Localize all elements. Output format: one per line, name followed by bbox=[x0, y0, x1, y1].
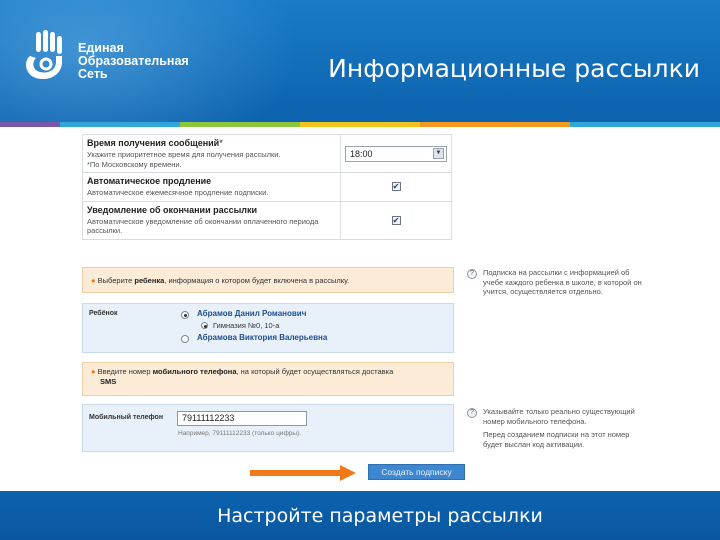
children-box: Ребёнок Абрамов Данил Романович Гимназия… bbox=[82, 303, 454, 353]
children-label: Ребёнок bbox=[89, 310, 118, 317]
header: Единая Образовательная Сеть Информационн… bbox=[0, 0, 720, 122]
renewal-checkbox[interactable]: ✔ bbox=[391, 182, 401, 192]
time-title: Время получения сообщений* bbox=[87, 138, 223, 148]
settings-cell: ✔ bbox=[340, 172, 452, 202]
settings-cell: ✔ bbox=[340, 200, 452, 240]
hand-logo-icon bbox=[26, 30, 62, 80]
settings-cell: Время получения сообщений* Укажите приор… bbox=[82, 134, 341, 173]
strip-blue bbox=[570, 122, 720, 127]
strip-green bbox=[180, 122, 300, 127]
settings-cell: Автоматическое продление Автоматическое … bbox=[82, 172, 341, 202]
settings-row-end-notice: Уведомление об окончании рассылки Автома… bbox=[82, 200, 452, 240]
create-subscription-button[interactable]: Создать подписку bbox=[368, 464, 465, 480]
settings-row-renewal: Автоматическое продление Автоматическое … bbox=[82, 172, 452, 202]
subscription-form: Время получения сообщений* Укажите приор… bbox=[72, 128, 650, 491]
phone-help-1: Указывайте только реально существующий н… bbox=[483, 407, 635, 426]
time-select[interactable]: 18:00 ▼ bbox=[345, 145, 447, 162]
time-select-value: 18:00 bbox=[350, 148, 373, 159]
phone-input[interactable]: 79111112233 bbox=[177, 411, 307, 426]
school-radio[interactable] bbox=[201, 322, 208, 329]
renewal-title: Автоматическое продление bbox=[87, 176, 212, 186]
renewal-desc: Автоматическое ежемесячное продление под… bbox=[87, 188, 269, 197]
bullet: ● bbox=[91, 276, 96, 285]
child-name-2[interactable]: Абрамова Виктория Валерьевна bbox=[197, 333, 327, 342]
child-radio-2[interactable] bbox=[181, 335, 189, 343]
page-title: Информационные рассылки bbox=[328, 54, 700, 83]
end-notice-desc: Автоматическое уведомление об окончании … bbox=[87, 216, 319, 236]
arrow-right-icon bbox=[250, 465, 356, 481]
child-note-bold: ребенка bbox=[134, 276, 165, 285]
child-school-1: Гимназия №0, 10-а bbox=[213, 321, 280, 330]
child-note-post: , информация о котором будет включена в … bbox=[164, 276, 350, 285]
settings-row-time: Время получения сообщений* Укажите приор… bbox=[82, 134, 452, 173]
phone-label: Мобильный телефон bbox=[89, 414, 164, 421]
phone-note: ● Введите номер мобильного телефона, на … bbox=[82, 362, 454, 396]
footer: Настройте параметры рассылки bbox=[0, 491, 720, 540]
child-help-text: Подписка на рассылки с информацией об уч… bbox=[483, 268, 642, 296]
phone-help-2: Перед созданием подписки на этот номер б… bbox=[483, 430, 630, 449]
time-note: *По Московскому времени. bbox=[87, 159, 182, 169]
help-icon[interactable]: ? bbox=[467, 269, 477, 279]
phone-note-pre: Введите номер bbox=[97, 367, 153, 376]
chevron-down-icon[interactable]: ▼ bbox=[433, 148, 444, 159]
end-notice-title: Уведомление об окончании рассылки bbox=[87, 204, 258, 215]
settings-cell: 18:00 ▼ bbox=[340, 134, 452, 173]
time-desc: Укажите приоритетное время для получения… bbox=[87, 150, 281, 159]
child-note-pre: Выберите bbox=[97, 276, 135, 285]
child-radio-1[interactable] bbox=[181, 311, 189, 319]
strip-orange bbox=[420, 122, 570, 127]
strip-purple bbox=[0, 122, 60, 127]
phone-note-sms: SMS bbox=[100, 377, 117, 386]
child-name-1[interactable]: Абрамов Данил Романович bbox=[197, 309, 306, 318]
help-icon[interactable]: ? bbox=[467, 408, 477, 418]
color-strip bbox=[0, 122, 720, 127]
strip-cyan bbox=[60, 122, 180, 127]
phone-hint: Например, 79111112233 (только цифры). bbox=[178, 430, 302, 437]
settings-table: Время получения сообщений* Укажите приор… bbox=[82, 134, 452, 240]
strip-yellow bbox=[300, 122, 420, 127]
child-note: ● Выберите ребенка, информация о котором… bbox=[82, 267, 454, 293]
footer-caption: Настройте параметры рассылки bbox=[217, 505, 543, 527]
settings-cell: Уведомление об окончании рассылки Автома… bbox=[82, 200, 341, 240]
end-notice-checkbox[interactable]: ✔ bbox=[391, 215, 401, 225]
bullet: ● bbox=[91, 367, 96, 376]
phone-note-post: , на который будет осуществляться достав… bbox=[236, 367, 394, 376]
phone-note-bold: мобильного телефона bbox=[152, 367, 237, 376]
logo-text: Единая Образовательная Сеть bbox=[78, 42, 189, 81]
phone-help-text: Указывайте только реально существующий н… bbox=[483, 407, 648, 449]
logo-line-3: Сеть bbox=[78, 67, 108, 81]
